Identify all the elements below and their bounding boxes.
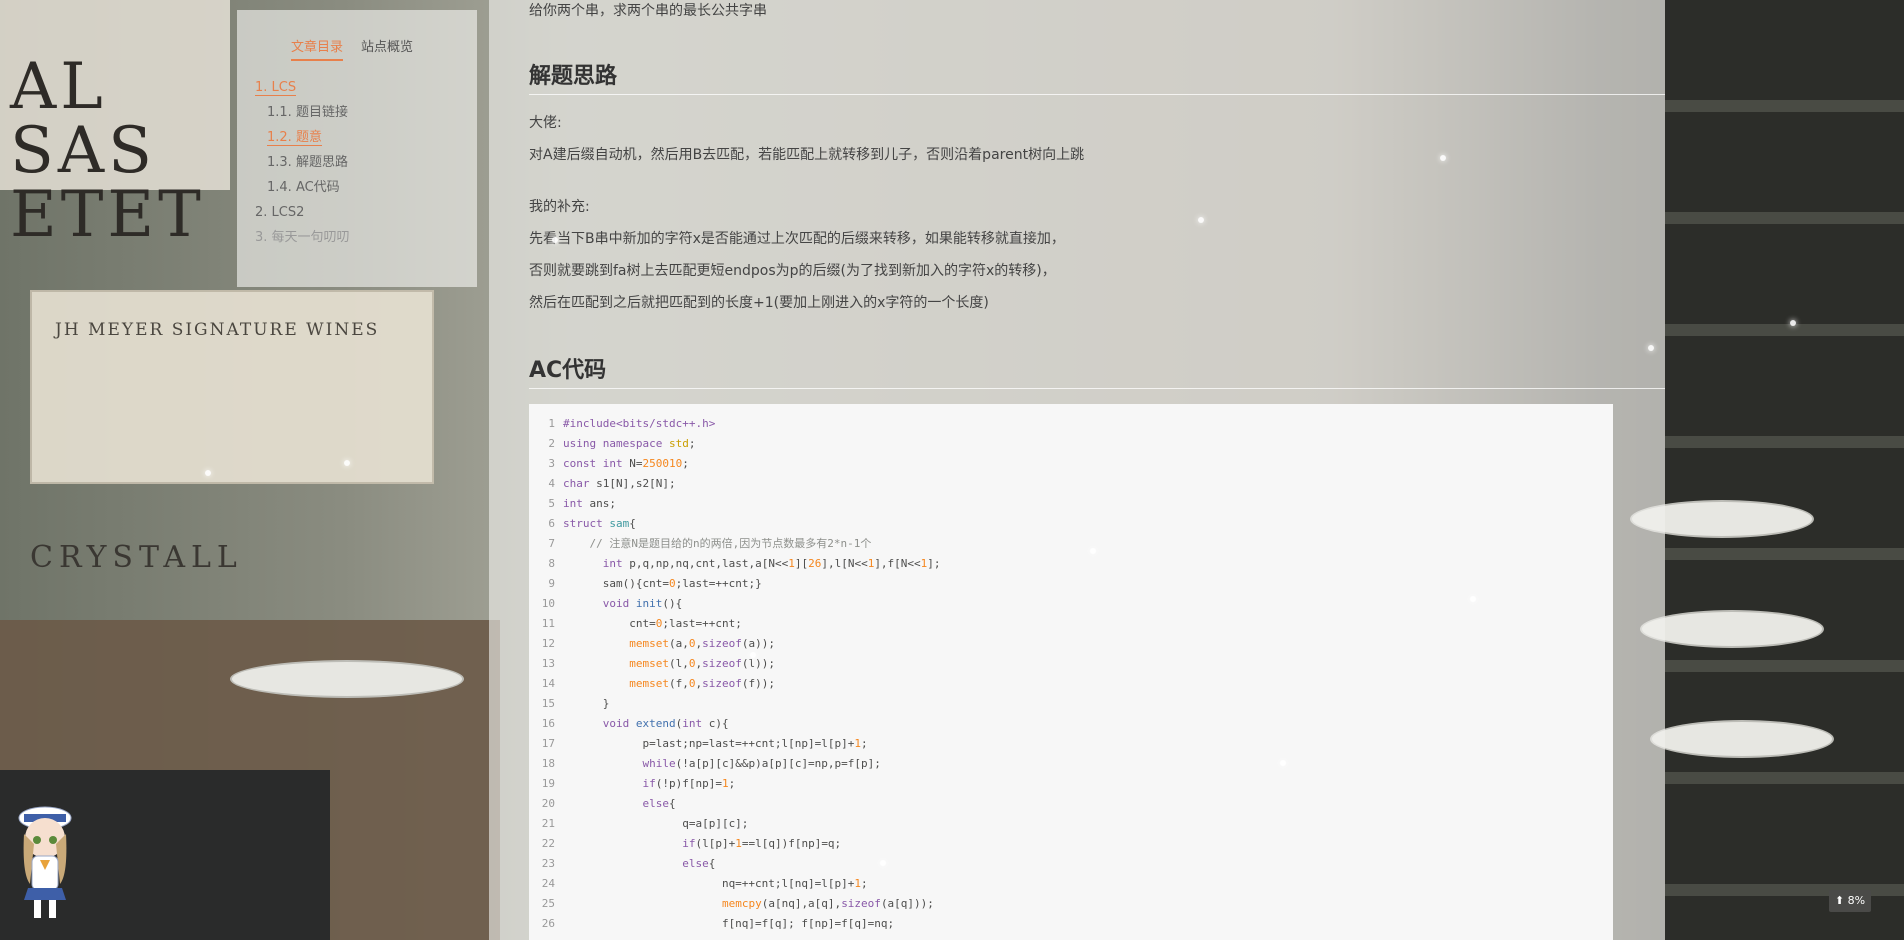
table-of-contents: 文章目录 站点概览 1. LCS 1.1. 题目链接 1.2. 题意 1.3. …	[237, 10, 477, 287]
line-number: 19	[541, 777, 555, 790]
code-text: char s1[N],s2[N];	[563, 477, 676, 490]
line-number: 23	[541, 857, 555, 870]
snowflake	[750, 652, 756, 658]
boss-label: 大佬:	[529, 115, 562, 131]
toc-item-daily-quote[interactable]: 3. 每天一句叨叨	[255, 225, 477, 250]
mine-line: 否则就要跳到fa树上去匹配更短endpos为p的后缀(为了找到新加入的字符x的转…	[529, 263, 1056, 279]
mine-line: 然后在匹配到之后就把匹配到的长度+1(要加上刚进入的x字符的一个长度)	[529, 295, 989, 311]
line-number: 21	[541, 817, 555, 830]
code-text: q=a[p][c];	[563, 817, 749, 830]
toc-item-lcs2[interactable]: 2. LCS2	[255, 200, 477, 225]
code-text: using namespace std;	[563, 437, 696, 450]
code-text: else{	[642, 797, 676, 810]
code-text: int ans;	[563, 497, 616, 510]
code-text: void init(){	[602, 597, 683, 610]
code-text: // 注意N是题目给的n的两倍,因为节点数最多有2*n-1个	[589, 537, 872, 550]
toc-item-problem-meaning[interactable]: 1.2. 题意	[255, 125, 477, 150]
snowflake	[1790, 320, 1796, 326]
snowflake	[1440, 155, 1446, 161]
snowflake	[552, 237, 558, 243]
line-number: 6	[548, 517, 555, 530]
line-number: 1	[548, 417, 555, 430]
background-bottle-shelf	[1665, 0, 1904, 940]
tab-site-overview[interactable]: 站点概览	[361, 36, 413, 61]
code-text: sam(){cnt=0;last=++cnt;}	[563, 577, 762, 590]
toc-item-lcs[interactable]: 1. LCS	[255, 75, 477, 100]
line-number: 20	[541, 797, 555, 810]
heading-ac-code: AC代码	[529, 352, 1665, 389]
code-text: void extend(int c){	[602, 717, 729, 730]
line-number: 22	[541, 837, 555, 850]
line-number: 4	[548, 477, 555, 490]
snowflake	[344, 460, 350, 466]
line-number: 12	[541, 637, 555, 650]
background-plate	[1640, 610, 1824, 648]
intro-text: 给你两个串，求两个串的最长公共字串	[529, 3, 767, 19]
line-number: 7	[548, 537, 555, 550]
line-number: 25	[541, 897, 555, 910]
line-number: 10	[541, 597, 555, 610]
mine-line: 先看当下B串中新加的字符x是否能通过上次匹配的后缀来转移，如果能转移就直接加，	[529, 231, 1065, 247]
code-text: if(l[p]+1==l[q])f[np]=q;	[682, 837, 842, 850]
code-text: cnt=0;last=++cnt;	[563, 617, 742, 630]
code-text: int p,q,np,nq,cnt,last,a[N<<1][26],l[N<<…	[602, 557, 941, 570]
code-text: memset(f,0,sizeof(f));	[629, 677, 775, 690]
line-number: 13	[541, 657, 555, 670]
snowflake	[205, 470, 211, 476]
toc-item-problem-link[interactable]: 1.1. 题目链接	[255, 100, 477, 125]
code-block[interactable]: 1 #include<bits/stdc++.h> 2 using namespace…	[529, 404, 1613, 940]
arrow-up-icon: ⬆	[1834, 894, 1845, 907]
line-number: 8	[548, 557, 555, 570]
toc-item-ac-code[interactable]: 1.4. AC代码	[255, 175, 477, 200]
mascot-character[interactable]	[10, 804, 80, 922]
code-text: memset(l,0,sizeof(l));	[629, 657, 775, 670]
line-number: 24	[541, 877, 555, 890]
snowflake	[1198, 217, 1204, 223]
code-text: if(!p)f[np]=1;	[642, 777, 736, 790]
scroll-percent: 8%	[1847, 894, 1866, 907]
toc-tabs: 文章目录 站点概览	[291, 36, 477, 61]
code-text: memcpy(a[nq],a[q],sizeof(a[q]));	[721, 897, 934, 910]
snowflake	[880, 860, 886, 866]
code-text: const int N=250010;	[563, 457, 689, 470]
line-number: 26	[541, 917, 555, 930]
line-number: 16	[541, 717, 555, 730]
code-text: struct sam{	[563, 517, 636, 530]
code-text: f[nq]=f[q]; f[np]=f[q]=nq;	[563, 917, 895, 930]
tab-article-toc[interactable]: 文章目录	[291, 36, 344, 61]
snowflake	[1648, 345, 1654, 351]
article-panel: 给你两个串，求两个串的最长公共字串 解题思路 大佬: 对A建后缀自动机，然后用B…	[489, 0, 1665, 940]
code-text: }	[563, 697, 610, 710]
line-number: 15	[541, 697, 555, 710]
background-plate	[230, 660, 464, 698]
heading-solution-idea: 解题思路	[529, 58, 1665, 95]
code-text: memset(a,0,sizeof(a));	[629, 637, 775, 650]
background-crystal-text: CRYSTALL	[30, 540, 243, 575]
line-number: 14	[541, 677, 555, 690]
snowflake	[1470, 596, 1476, 602]
code-text: #include<bits/stdc++.h>	[563, 417, 716, 430]
background-plate	[1650, 720, 1834, 758]
snowflake	[1090, 548, 1096, 554]
line-number: 9	[548, 577, 555, 590]
back-to-top-button[interactable]: ⬆ 8%	[1829, 890, 1871, 912]
code-text: p=last;np=last=++cnt;l[np]=l[p]+1;	[563, 737, 868, 750]
background-crate-text: JH MEYER SIGNATURE WINES	[55, 320, 380, 340]
code-text: nq=++cnt;l[nq]=l[p]+1;	[563, 877, 868, 890]
code-text: else{	[682, 857, 716, 870]
line-number: 17	[541, 737, 555, 750]
toc-item-solution-idea[interactable]: 1.3. 解题思路	[255, 150, 477, 175]
toc-list: 1. LCS 1.1. 题目链接 1.2. 题意 1.3. 解题思路 1.4. …	[255, 75, 477, 250]
background-sign: AL SAS ETET	[10, 50, 205, 252]
line-number: 18	[541, 757, 555, 770]
code-text: while(!a[p][c]&&p)a[p][c]=np,p=f[p];	[642, 757, 881, 770]
line-number: 5	[548, 497, 555, 510]
mascot-icon	[18, 806, 72, 918]
line-number: 2	[548, 437, 555, 450]
boss-text: 对A建后缀自动机，然后用B去匹配，若能匹配上就转移到儿子，否则沿着parent树…	[529, 147, 1085, 163]
mine-label: 我的补充:	[529, 199, 590, 215]
line-number: 3	[548, 457, 555, 470]
snowflake	[1280, 760, 1286, 766]
line-number: 11	[541, 617, 555, 630]
